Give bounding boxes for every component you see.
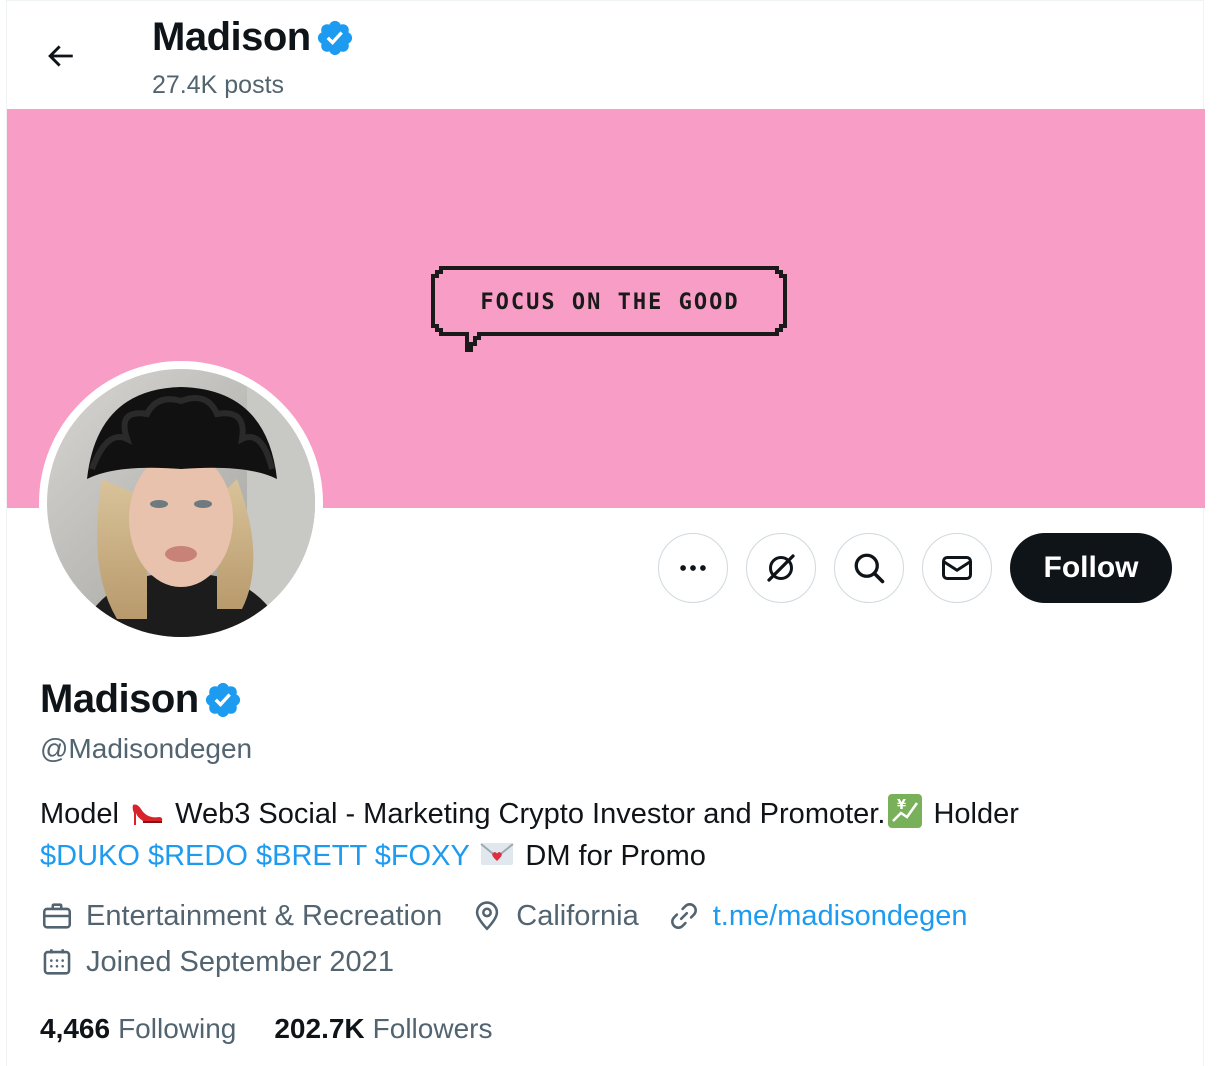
profile-page: Madison 27.4K posts FOCUS ON THE GOOD Fo… xyxy=(6,0,1205,1066)
briefcase-icon xyxy=(42,903,72,929)
arrow-left-icon xyxy=(48,45,73,67)
love-letter-emoji-icon xyxy=(480,843,514,865)
profile-location: California xyxy=(470,899,639,933)
message-button[interactable] xyxy=(922,533,992,603)
profile-joined: Joined September 2021 xyxy=(40,945,422,979)
avatar[interactable] xyxy=(39,361,323,645)
high-heel-emoji-icon xyxy=(132,804,163,825)
followers-label: Followers xyxy=(372,1013,493,1044)
followers-link[interactable]: 202.7K Followers xyxy=(274,1013,492,1045)
user-handle: @Madisondegen xyxy=(40,733,253,764)
profile-stats: 4,466 Following 202.7K Followers xyxy=(40,1013,530,1045)
bio-text: Web3 Social - Marketing Crypto Investor … xyxy=(175,798,886,830)
more-button[interactable] xyxy=(658,533,728,603)
grok-icon xyxy=(767,554,795,582)
avatar-photo xyxy=(47,369,315,637)
joined-item: Joined September 2021 xyxy=(40,945,394,979)
bio-text: DM for Promo xyxy=(525,840,706,872)
location-pin-icon xyxy=(476,901,499,931)
search-icon xyxy=(854,553,885,584)
website-link[interactable]: t.me/madisondegen xyxy=(713,900,968,933)
search-button[interactable] xyxy=(834,533,904,603)
followers-count: 202.7K xyxy=(274,1013,365,1044)
cashtag-link[interactable]: $REDO xyxy=(148,840,248,872)
profile-name-row: Madison xyxy=(40,677,243,722)
header-title: Madison xyxy=(152,15,355,60)
svg-text:¥: ¥ xyxy=(897,798,906,813)
display-name: Madison xyxy=(40,677,199,721)
grok-button[interactable] xyxy=(746,533,816,603)
joined-text: Joined September 2021 xyxy=(86,945,394,978)
profile-meta: Entertainment & Recreation California t.… xyxy=(40,899,995,933)
bio-text: Model xyxy=(40,798,119,830)
mail-icon xyxy=(942,556,972,580)
following-count: 4,466 xyxy=(40,1013,111,1044)
back-button[interactable] xyxy=(37,33,83,79)
more-icon xyxy=(680,565,706,571)
speech-bubble-image: FOCUS ON THE GOOD xyxy=(431,266,787,352)
header-name: Madison xyxy=(152,15,311,59)
bubble-text: FOCUS ON THE GOOD xyxy=(480,290,739,315)
calendar-icon xyxy=(43,949,71,975)
category-text: Entertainment & Recreation xyxy=(86,899,443,932)
profile-website[interactable]: t.me/madisondegen xyxy=(667,899,968,933)
bio-text: Holder xyxy=(933,798,1019,830)
profile-header: Madison 27.4K posts xyxy=(7,1,1205,109)
follow-button[interactable]: Follow xyxy=(1010,533,1172,603)
cashtag-link[interactable]: $FOXY xyxy=(375,840,470,872)
verified-badge-icon[interactable] xyxy=(203,680,243,720)
cashtag-link[interactable]: $DUKO xyxy=(40,840,140,872)
profile-bio: Model Web3 Social - Marketing Crypto Inv… xyxy=(40,793,1160,877)
chart-yen-emoji-icon: ¥ xyxy=(888,794,923,828)
verified-badge-icon xyxy=(317,20,352,55)
profile-category: Entertainment & Recreation xyxy=(40,899,442,933)
cashtag-link[interactable]: $BRETT xyxy=(256,840,367,872)
location-text: California xyxy=(516,899,639,932)
post-count: 27.4K posts xyxy=(152,71,285,99)
link-icon xyxy=(670,903,697,929)
following-link[interactable]: 4,466 Following xyxy=(40,1013,236,1045)
following-label: Following xyxy=(118,1013,237,1044)
